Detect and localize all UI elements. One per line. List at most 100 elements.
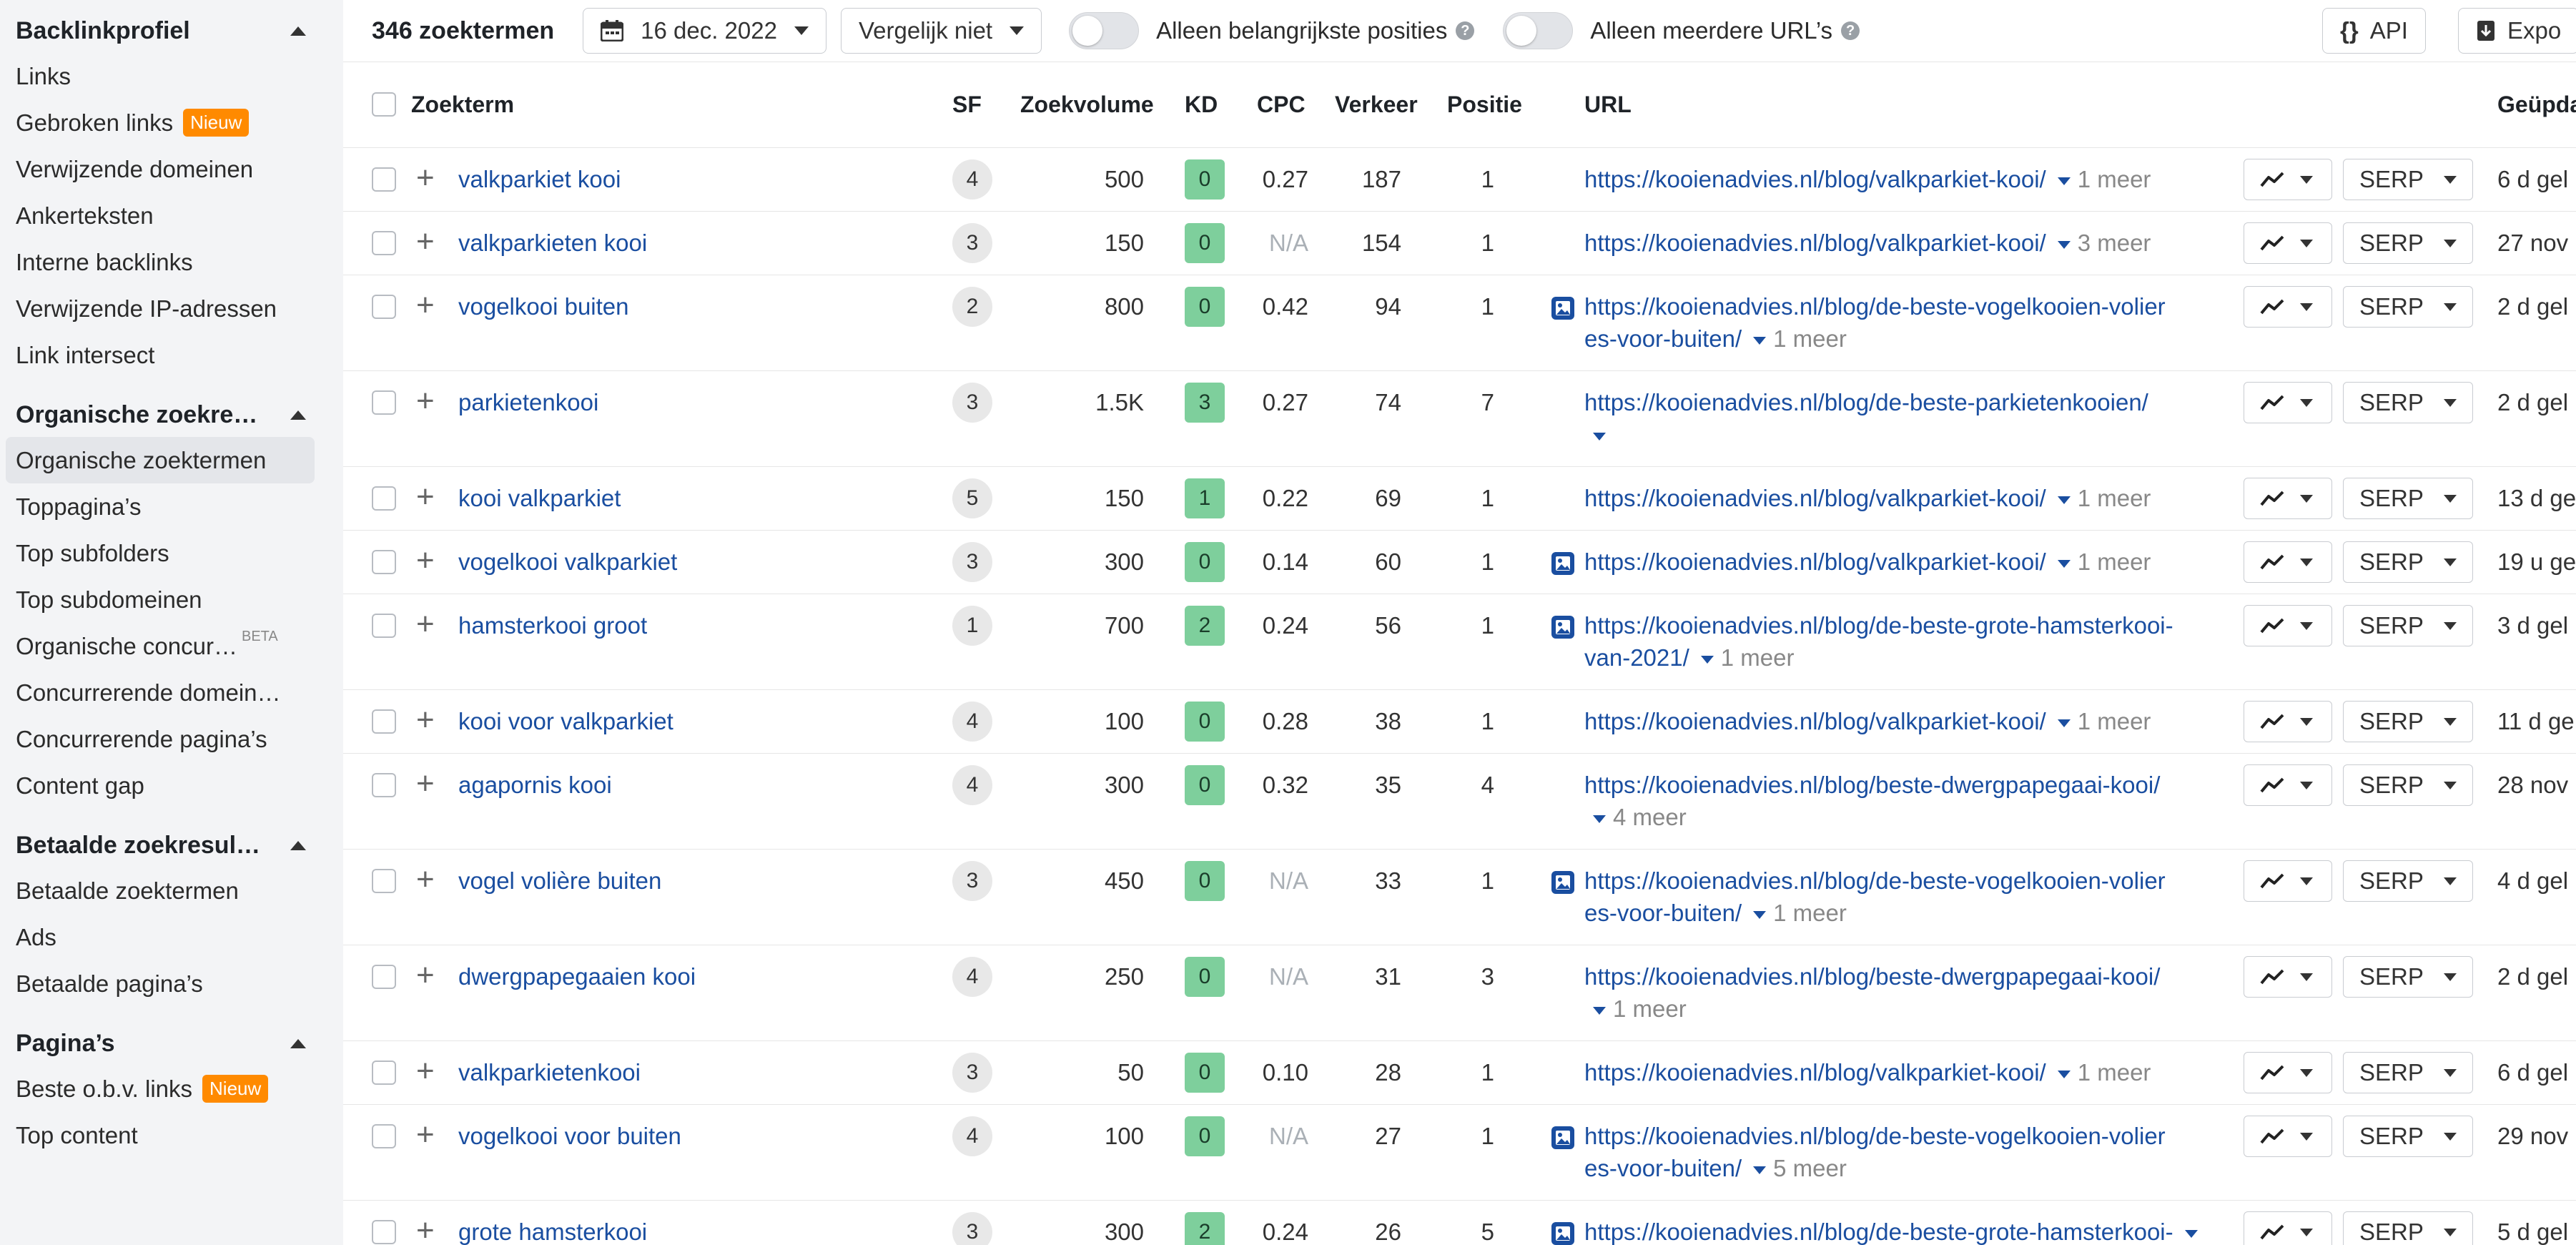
chart-dropdown[interactable] bbox=[2244, 159, 2332, 200]
url-link[interactable]: https://kooienadvies.nl/blog/de-beste-pa… bbox=[1584, 389, 2148, 415]
select-all-checkbox[interactable] bbox=[372, 92, 396, 117]
more-urls[interactable]: 1 meer bbox=[1773, 900, 1847, 926]
serp-dropdown[interactable]: SERP bbox=[2343, 1052, 2473, 1093]
add-icon[interactable]: + bbox=[416, 162, 435, 194]
sidebar-item[interactable]: Content gap bbox=[0, 762, 343, 809]
keyword-link[interactable]: vogelkooi buiten bbox=[458, 293, 629, 320]
row-checkbox[interactable] bbox=[372, 869, 396, 893]
chevron-down-icon[interactable] bbox=[2184, 1229, 2198, 1238]
serp-dropdown[interactable]: SERP bbox=[2343, 541, 2473, 583]
sidebar-item[interactable]: Top content bbox=[0, 1112, 343, 1158]
sidebar-section-header[interactable]: Pagina’s bbox=[0, 1021, 343, 1066]
keyword-link[interactable]: vogelkooi voor buiten bbox=[458, 1123, 681, 1150]
serp-dropdown[interactable]: SERP bbox=[2343, 860, 2473, 902]
chart-dropdown[interactable] bbox=[2244, 222, 2332, 264]
keyword-link[interactable]: kooi voor valkparkiet bbox=[458, 708, 673, 735]
more-urls[interactable]: 1 meer bbox=[2078, 485, 2151, 511]
add-icon[interactable]: + bbox=[416, 1119, 435, 1151]
sf-count[interactable]: 2 bbox=[952, 287, 992, 327]
chart-dropdown[interactable] bbox=[2244, 286, 2332, 328]
serp-dropdown[interactable]: SERP bbox=[2343, 605, 2473, 646]
chart-dropdown[interactable] bbox=[2244, 764, 2332, 806]
add-icon[interactable]: + bbox=[416, 290, 435, 321]
chevron-down-icon[interactable] bbox=[2057, 1070, 2071, 1078]
sidebar-item[interactable]: Beste o.b.v. links Nieuw bbox=[0, 1066, 343, 1112]
chevron-down-icon[interactable] bbox=[2057, 719, 2071, 727]
sf-count[interactable]: 3 bbox=[952, 1212, 992, 1245]
help-icon[interactable]: ? bbox=[1841, 21, 1860, 40]
serp-dropdown[interactable]: SERP bbox=[2343, 1211, 2473, 1245]
chevron-down-icon[interactable] bbox=[1700, 655, 1714, 664]
chart-dropdown[interactable] bbox=[2244, 701, 2332, 742]
sidebar-item[interactable]: Betaalde pagina’s bbox=[0, 960, 343, 1007]
more-urls[interactable]: 1 meer bbox=[1721, 644, 1795, 671]
col-keyword[interactable]: Zoekterm bbox=[411, 92, 514, 118]
serp-dropdown[interactable]: SERP bbox=[2343, 701, 2473, 742]
keyword-link[interactable]: agapornis kooi bbox=[458, 772, 612, 799]
serp-dropdown[interactable]: SERP bbox=[2343, 764, 2473, 806]
more-urls[interactable]: 1 meer bbox=[2078, 708, 2151, 734]
row-checkbox[interactable] bbox=[372, 390, 396, 415]
compare-dropdown[interactable]: Vergelijk niet bbox=[840, 8, 1042, 54]
serp-dropdown[interactable]: SERP bbox=[2343, 382, 2473, 423]
sidebar-item[interactable]: Concurrerende domein… bbox=[0, 669, 343, 716]
toggle-multiple-urls[interactable] bbox=[1503, 12, 1574, 49]
keyword-link[interactable]: vogel volière buiten bbox=[458, 867, 661, 895]
col-url[interactable]: URL bbox=[1584, 92, 1632, 118]
keyword-link[interactable]: valkparkiet kooi bbox=[458, 166, 621, 193]
url-link[interactable]: https://kooienadvies.nl/blog/valkparkiet… bbox=[1584, 166, 2046, 192]
sf-count[interactable]: 3 bbox=[952, 223, 992, 263]
row-checkbox[interactable] bbox=[372, 1124, 396, 1148]
url-link[interactable]: https://kooienadvies.nl/blog/de-beste-gr… bbox=[1584, 612, 2173, 639]
chart-dropdown[interactable] bbox=[2244, 1211, 2332, 1245]
add-icon[interactable]: + bbox=[416, 481, 435, 513]
add-icon[interactable]: + bbox=[416, 768, 435, 799]
api-button[interactable]: {} API bbox=[2322, 8, 2426, 54]
url-link-continued[interactable]: es-voor-buiten/ bbox=[1584, 325, 1742, 352]
toggle-main-positions[interactable] bbox=[1069, 12, 1140, 49]
url-link[interactable]: https://kooienadvies.nl/blog/beste-dwerg… bbox=[1584, 963, 2160, 990]
add-icon[interactable]: + bbox=[416, 609, 435, 640]
add-icon[interactable]: + bbox=[416, 545, 435, 576]
col-updated[interactable]: Geüpda bbox=[2497, 92, 2576, 118]
sidebar-item[interactable]: Gebroken links Nieuw bbox=[0, 99, 343, 146]
sidebar-item[interactable]: Links bbox=[0, 53, 343, 99]
chevron-down-icon[interactable] bbox=[2057, 496, 2071, 504]
sf-count[interactable]: 4 bbox=[952, 1116, 992, 1156]
sf-count[interactable]: 3 bbox=[952, 542, 992, 582]
add-icon[interactable]: + bbox=[416, 960, 435, 991]
serp-dropdown[interactable]: SERP bbox=[2343, 956, 2473, 998]
chart-dropdown[interactable] bbox=[2244, 605, 2332, 646]
chart-dropdown[interactable] bbox=[2244, 1052, 2332, 1093]
col-traffic[interactable]: Verkeer bbox=[1335, 92, 1418, 118]
col-position[interactable]: Positie bbox=[1447, 92, 1522, 118]
url-link[interactable]: https://kooienadvies.nl/blog/valkparkiet… bbox=[1584, 1059, 2046, 1086]
more-urls[interactable]: 1 meer bbox=[1773, 325, 1847, 352]
keyword-link[interactable]: kooi valkparkiet bbox=[458, 485, 621, 512]
more-urls[interactable]: 4 meer bbox=[1613, 804, 1687, 830]
keyword-link[interactable]: parkietenkooi bbox=[458, 389, 598, 416]
sidebar-section-header[interactable]: Organische zoekre… bbox=[0, 393, 343, 437]
add-icon[interactable]: + bbox=[416, 864, 435, 895]
sf-count[interactable]: 5 bbox=[952, 478, 992, 518]
url-link[interactable]: https://kooienadvies.nl/blog/valkparkiet… bbox=[1584, 485, 2046, 511]
row-checkbox[interactable] bbox=[372, 773, 396, 797]
sf-count[interactable]: 4 bbox=[952, 957, 992, 997]
sidebar-item[interactable]: Ankerteksten bbox=[0, 192, 343, 239]
help-icon[interactable]: ? bbox=[1456, 21, 1475, 40]
chart-dropdown[interactable] bbox=[2244, 382, 2332, 423]
url-link-continued[interactable]: van-2021/ bbox=[1584, 644, 1689, 671]
chevron-down-icon[interactable] bbox=[1753, 910, 1767, 919]
row-checkbox[interactable] bbox=[372, 965, 396, 989]
chevron-down-icon[interactable] bbox=[2057, 177, 2071, 185]
add-icon[interactable]: + bbox=[416, 704, 435, 736]
sidebar-item[interactable]: Organische concur… BETA bbox=[0, 623, 343, 669]
chart-dropdown[interactable] bbox=[2244, 956, 2332, 998]
more-urls[interactable]: 1 meer bbox=[2078, 548, 2151, 575]
sidebar-item[interactable]: Concurrerende pagina’s bbox=[0, 716, 343, 762]
sf-count[interactable]: 4 bbox=[952, 702, 992, 742]
col-kd[interactable]: KD bbox=[1185, 92, 1218, 118]
sidebar-item[interactable]: Top subdomeinen bbox=[0, 576, 343, 623]
url-link[interactable]: https://kooienadvies.nl/blog/de-beste-gr… bbox=[1584, 1219, 2173, 1245]
keyword-link[interactable]: valkparkietenkooi bbox=[458, 1059, 641, 1086]
